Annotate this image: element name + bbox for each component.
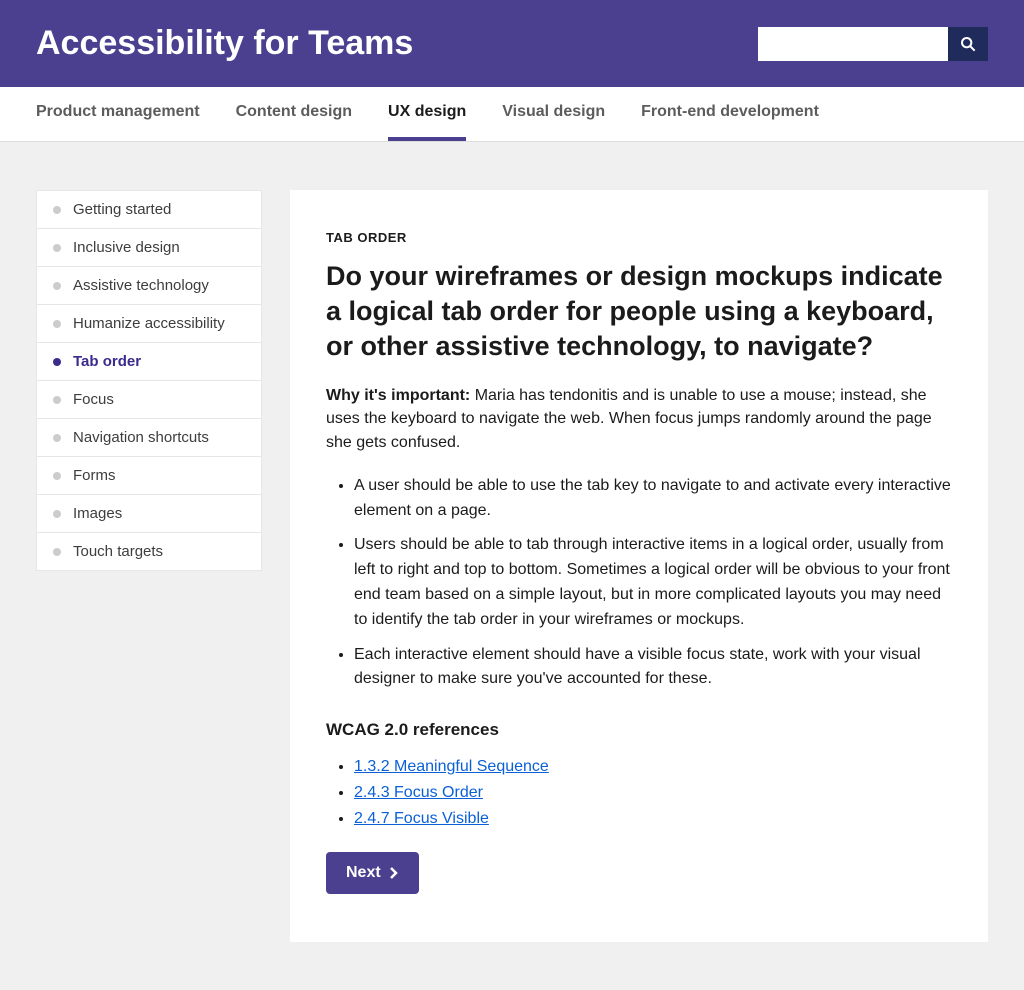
sidebar-item-getting-started[interactable]: Getting started [37,191,261,229]
bullet-icon [53,282,61,290]
sidebar-item-images[interactable]: Images [37,495,261,533]
search-form [758,27,988,61]
bullet-icon [53,320,61,328]
next-button-label: Next [346,864,381,882]
sidebar-item-label: Getting started [73,201,171,218]
list-item: 2.4.7 Focus Visible [354,810,952,828]
nav-content-design[interactable]: Content design [236,87,352,141]
sidebar-item-navigation-shortcuts[interactable]: Navigation shortcuts [37,419,261,457]
search-button[interactable] [948,27,988,61]
next-button[interactable]: Next [326,852,419,894]
page-heading: Do your wireframes or design mockups ind… [326,259,952,364]
site-title[interactable]: Accessibility for Teams [36,24,413,63]
why-important-label: Why it's important: [326,387,470,404]
sidebar-item-inclusive-design[interactable]: Inclusive design [37,229,261,267]
guidelines-list: A user should be able to use the tab key… [354,474,952,692]
site-header: Accessibility for Teams [0,0,1024,87]
sidebar-item-tab-order[interactable]: Tab order [37,343,261,381]
sidebar-item-humanize-accessibility[interactable]: Humanize accessibility [37,305,261,343]
reference-link[interactable]: 2.4.3 Focus Order [354,784,483,801]
bullet-icon [53,396,61,404]
sidebar-item-forms[interactable]: Forms [37,457,261,495]
bullet-icon [53,472,61,480]
sidebar-item-label: Assistive technology [73,277,209,294]
sidebar-item-label: Inclusive design [73,239,180,256]
list-item: Each interactive element should have a v… [354,643,952,693]
sidebar-item-label: Tab order [73,353,141,370]
search-icon [960,36,976,52]
why-important: Why it's important: Maria has tendonitis… [326,384,952,454]
section-nav: Getting started Inclusive design Assisti… [36,190,262,571]
bullet-icon [53,358,61,366]
primary-nav: Product management Content design UX des… [0,87,1024,142]
reference-link[interactable]: 2.4.7 Focus Visible [354,810,489,827]
sidebar-item-label: Images [73,505,122,522]
references-heading: WCAG 2.0 references [326,720,952,740]
sidebar-item-touch-targets[interactable]: Touch targets [37,533,261,570]
eyebrow: TAB ORDER [326,230,952,245]
bullet-icon [53,510,61,518]
bullet-icon [53,206,61,214]
bullet-icon [53,548,61,556]
search-input[interactable] [758,27,948,61]
main-content: TAB ORDER Do your wireframes or design m… [290,190,988,942]
bullet-icon [53,244,61,252]
nav-visual-design[interactable]: Visual design [502,87,605,141]
sidebar-item-label: Navigation shortcuts [73,429,209,446]
list-item: Users should be able to tab through inte… [354,533,952,632]
list-item: 2.4.3 Focus Order [354,784,952,802]
sidebar-item-label: Humanize accessibility [73,315,225,332]
sidebar-item-label: Touch targets [73,543,163,560]
sidebar-item-label: Forms [73,467,116,484]
sidebar-item-label: Focus [73,391,114,408]
list-item: A user should be able to use the tab key… [354,474,952,524]
references-list: 1.3.2 Meaningful Sequence 2.4.3 Focus Or… [354,758,952,828]
bullet-icon [53,434,61,442]
list-item: 1.3.2 Meaningful Sequence [354,758,952,776]
nav-product-management[interactable]: Product management [36,87,200,141]
sidebar-item-assistive-technology[interactable]: Assistive technology [37,267,261,305]
reference-link[interactable]: 1.3.2 Meaningful Sequence [354,758,549,775]
page-layout: Getting started Inclusive design Assisti… [0,142,1024,990]
nav-front-end-development[interactable]: Front-end development [641,87,819,141]
nav-ux-design[interactable]: UX design [388,87,466,141]
chevron-right-icon [389,867,399,879]
sidebar-item-focus[interactable]: Focus [37,381,261,419]
